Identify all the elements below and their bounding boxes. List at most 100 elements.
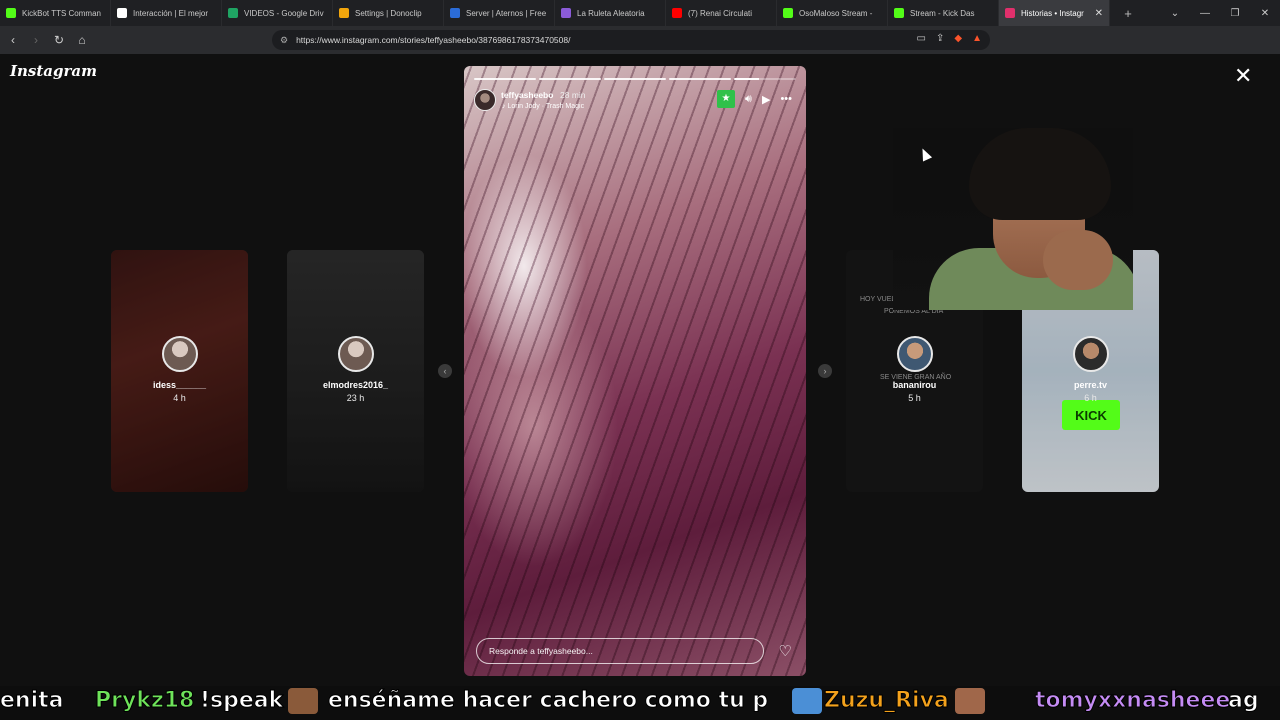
tab-list-chevron-icon[interactable]: ⌄ bbox=[1160, 8, 1190, 19]
story-time: 6 h bbox=[1084, 393, 1097, 403]
tab-label: Stream - Kick Das bbox=[910, 8, 975, 18]
home-button[interactable]: ⌂ bbox=[72, 33, 92, 47]
story-username: idess______ bbox=[152, 380, 207, 390]
instagram-stories-viewer: Instagram ✕ idess______ 4 h elmodres2016… bbox=[0, 54, 1280, 686]
story-progress bbox=[474, 78, 796, 80]
story-music[interactable]: ♪ Lorin Jody · Trash Magic bbox=[502, 103, 584, 110]
progress-segment bbox=[669, 78, 731, 80]
tab-favicon-icon bbox=[339, 8, 349, 18]
story-controls: ★ 🔊︎ ▶ ••• bbox=[717, 90, 792, 108]
more-options-icon[interactable]: ••• bbox=[780, 93, 792, 105]
tab-favicon-icon bbox=[783, 8, 793, 18]
story-username[interactable]: teffyasheebo bbox=[501, 90, 553, 100]
progress-segment bbox=[604, 78, 666, 80]
avatar[interactable] bbox=[474, 89, 496, 111]
like-heart-icon[interactable]: ♡ bbox=[779, 642, 792, 660]
window-controls: ⌄ — ❐ ✕ bbox=[1160, 0, 1280, 26]
maximize-button[interactable]: ❐ bbox=[1220, 8, 1250, 19]
previous-story-button[interactable]: ‹ bbox=[438, 364, 452, 378]
forward-button[interactable]: › bbox=[26, 33, 46, 47]
chat-emote-icon bbox=[792, 688, 822, 714]
close-stories-button[interactable]: ✕ bbox=[1234, 65, 1252, 87]
tab-label: KickBot TTS Comman bbox=[22, 8, 101, 18]
cast-icon[interactable]: ▭ bbox=[917, 33, 926, 44]
next-story-button[interactable]: › bbox=[818, 364, 832, 378]
brave-rewards-icon[interactable]: ▲ bbox=[972, 33, 982, 44]
browser-tab[interactable]: La Ruleta Aleatoria bbox=[555, 0, 666, 26]
tab-label: Interacción | El mejor bbox=[133, 8, 208, 18]
reload-button[interactable]: ↻ bbox=[49, 33, 69, 47]
tab-favicon-icon bbox=[117, 8, 127, 18]
browser-tab-active[interactable]: Historias • Instagr ✕ bbox=[999, 0, 1110, 26]
browser-tab[interactable]: Stream - Kick Das bbox=[888, 0, 999, 26]
browser-tab[interactable]: KickBot TTS Comman bbox=[0, 0, 111, 26]
browser-tab[interactable]: OsoMaloso Stream - bbox=[777, 0, 888, 26]
webcam-person-hand bbox=[1043, 230, 1113, 290]
new-tab-button[interactable]: + bbox=[1118, 6, 1138, 21]
share-icon[interactable]: ⇪ bbox=[936, 33, 944, 44]
avatar bbox=[161, 336, 198, 372]
story-preview-card[interactable]: elmodres2016_ 23 h bbox=[287, 250, 424, 492]
tab-strip: KickBot TTS Comman Interacción | El mejo… bbox=[0, 0, 1280, 26]
chat-username: tomyxxnasheee bbox=[1034, 688, 1231, 714]
browser-tab[interactable]: Server | Aternos | Free bbox=[444, 0, 555, 26]
browser-tab[interactable]: Interacción | El mejor bbox=[111, 0, 222, 26]
avatar bbox=[1072, 336, 1109, 372]
tab-favicon-icon bbox=[450, 8, 460, 18]
chat-username: Zuzu_Riva bbox=[824, 688, 950, 714]
progress-segment bbox=[539, 78, 601, 80]
kick-logo: KICK bbox=[1062, 400, 1120, 430]
browser-tab[interactable]: VIDEOS - Google Driv bbox=[222, 0, 333, 26]
tab-label: Server | Aternos | Free bbox=[466, 8, 547, 18]
tab-label: La Ruleta Aleatoria bbox=[577, 8, 645, 18]
instagram-logo[interactable]: Instagram bbox=[10, 62, 97, 80]
tab-label: Historias • Instagr bbox=[1021, 8, 1084, 18]
chat-ticker: enita Prykz18 !speak enséñame hacer cach… bbox=[0, 686, 1280, 720]
webcam-person-hair bbox=[969, 128, 1111, 220]
url-text: https://www.instagram.com/stories/teffya… bbox=[296, 35, 571, 45]
site-info-icon[interactable]: ⚙ bbox=[280, 35, 288, 46]
back-button[interactable]: ‹ bbox=[3, 33, 23, 47]
main-story[interactable]: teffyasheebo 28 min ♪ Lorin Jody · Trash… bbox=[464, 66, 806, 676]
chat-text: ag bbox=[1228, 688, 1260, 714]
story-time: 5 h bbox=[908, 393, 921, 403]
tab-label: (7) Renai Circulati bbox=[688, 8, 753, 18]
story-username: elmodres2016_ bbox=[322, 380, 389, 390]
browser-tab[interactable]: Settings | Donoclip bbox=[333, 0, 444, 26]
story-username: perre.tv bbox=[1073, 380, 1108, 390]
brave-shields-icon[interactable]: ◆ bbox=[954, 33, 962, 44]
minimize-button[interactable]: — bbox=[1190, 8, 1220, 19]
browser-tab[interactable]: (7) Renai Circulati bbox=[666, 0, 777, 26]
volume-icon[interactable]: 🔊︎ bbox=[745, 93, 752, 106]
chat-emote-icon bbox=[288, 688, 318, 714]
chat-username: Prykz18 bbox=[94, 688, 195, 714]
tab-favicon-icon bbox=[561, 8, 571, 18]
play-icon[interactable]: ▶ bbox=[762, 93, 770, 106]
progress-segment bbox=[734, 78, 796, 80]
story-time: 28 min bbox=[560, 90, 586, 100]
story-time: 4 h bbox=[173, 393, 186, 403]
chat-text: enita bbox=[0, 688, 64, 714]
tab-label: OsoMaloso Stream - bbox=[799, 8, 873, 18]
avatar bbox=[896, 336, 933, 372]
progress-segment bbox=[474, 78, 536, 80]
reply-input[interactable]: Responde a teffyasheebo... bbox=[476, 638, 764, 664]
story-photo bbox=[464, 66, 806, 676]
avatar bbox=[337, 336, 374, 372]
chat-text: enséñame hacer cachero como tu p bbox=[327, 688, 769, 714]
tab-favicon-icon bbox=[228, 8, 238, 18]
song-label: Lorin Jody · Trash Magic bbox=[507, 103, 585, 110]
close-tab-icon[interactable]: ✕ bbox=[1095, 8, 1103, 19]
tab-favicon-icon bbox=[672, 8, 682, 18]
chat-emote-icon bbox=[955, 688, 985, 714]
address-bar-row: ‹ › ↻ ⌂ ⚙ https://www.instagram.com/stor… bbox=[0, 26, 1280, 71]
url-field[interactable]: ⚙ https://www.instagram.com/stories/teff… bbox=[272, 30, 990, 50]
tab-label: Settings | Donoclip bbox=[355, 8, 422, 18]
tab-favicon-icon bbox=[894, 8, 904, 18]
story-preview-card[interactable]: idess______ 4 h bbox=[111, 250, 248, 492]
url-actions: ▭ ⇪ ◆ ▲ bbox=[917, 33, 982, 44]
chat-text: !speak bbox=[199, 688, 284, 714]
tab-favicon-icon bbox=[6, 8, 16, 18]
tab-label: VIDEOS - Google Driv bbox=[244, 8, 324, 18]
close-window-button[interactable]: ✕ bbox=[1250, 8, 1280, 19]
